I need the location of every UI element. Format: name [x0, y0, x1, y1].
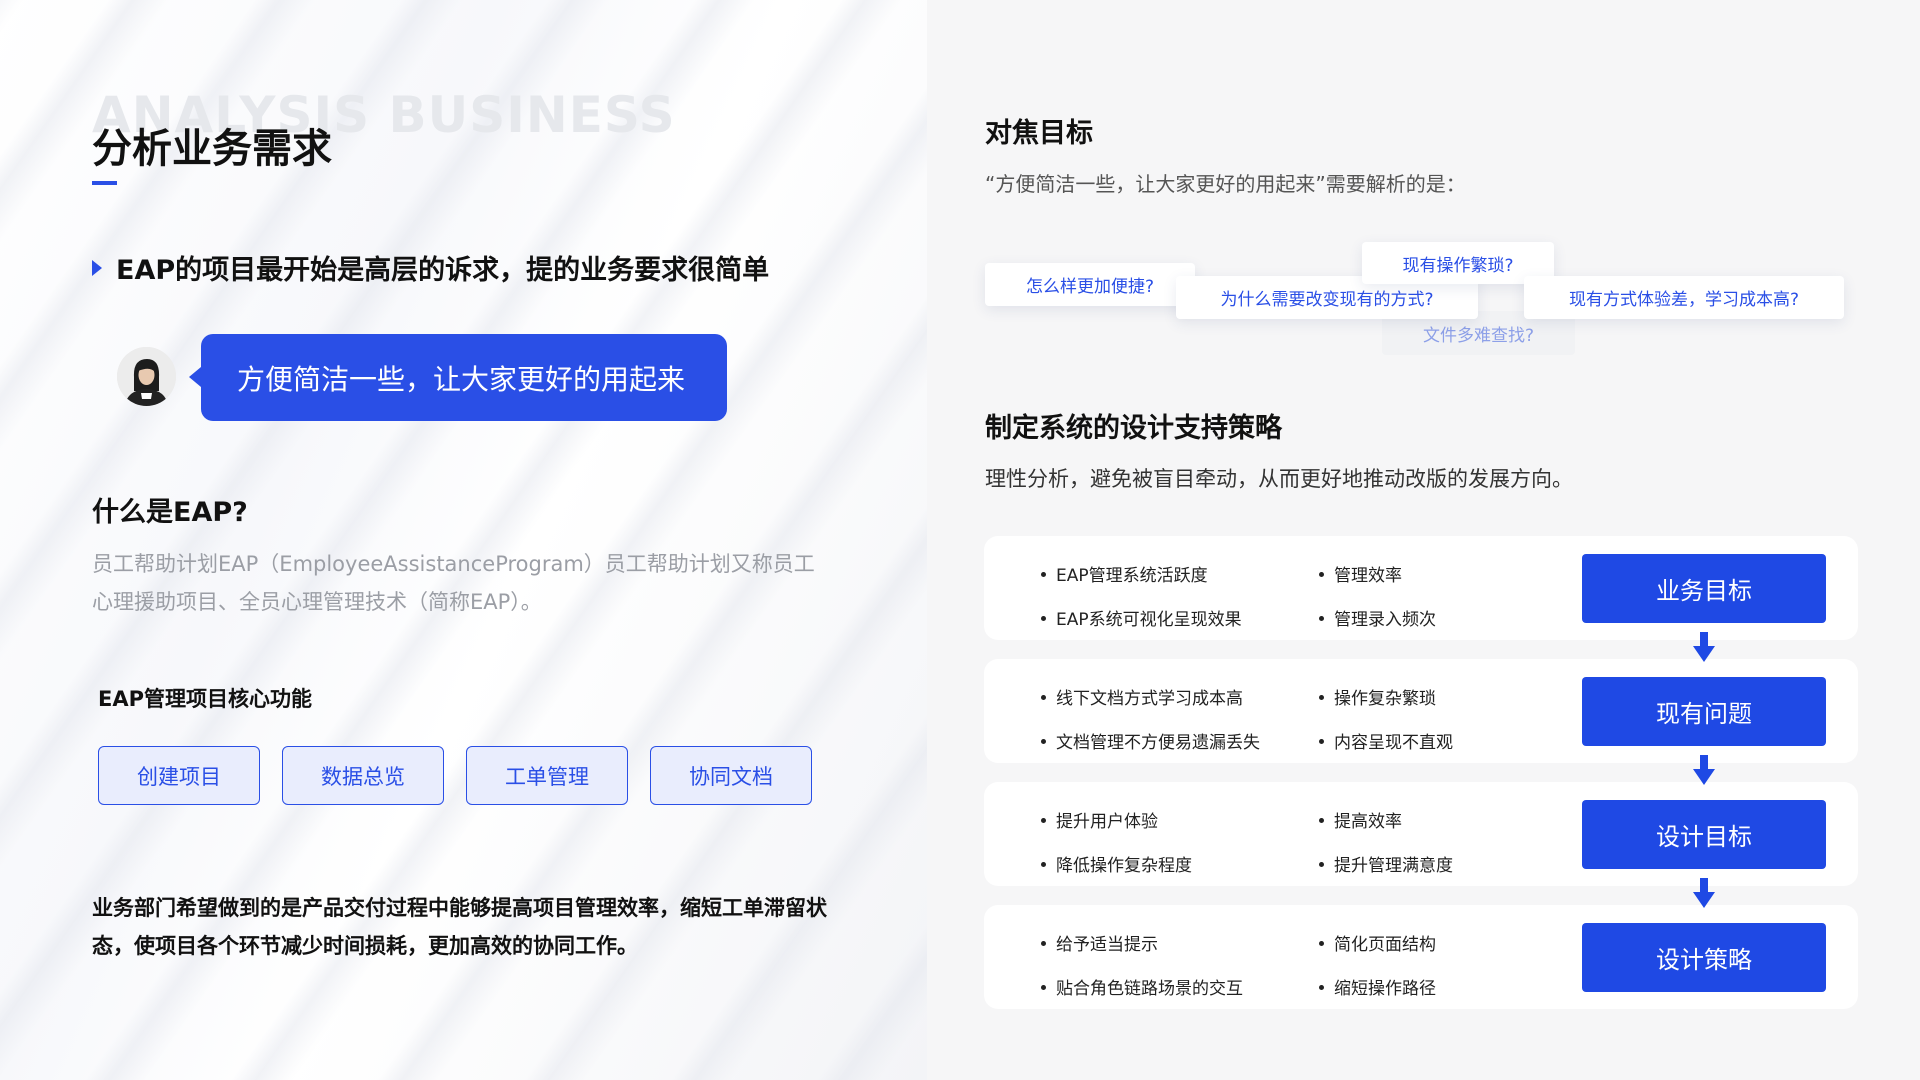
avatar: [117, 347, 176, 406]
bullet-item: 操作复杂繁琐: [1319, 677, 1453, 721]
strategy-points-left: 给予适当提示 贴合角色链路场景的交互: [1041, 923, 1243, 1011]
bullet-dot-icon: [1041, 861, 1046, 867]
bullet-item: 降低操作复杂程度: [1041, 844, 1192, 888]
bullet-item: 提升用户体验: [1041, 800, 1192, 844]
arrow-down-icon: [1693, 632, 1715, 662]
title-underline: [92, 181, 117, 185]
bullet-dot-icon: [1041, 984, 1046, 990]
core-function-buttons: 创建项目 数据总览 工单管理 协同文档: [98, 746, 812, 805]
design-strategy-tag: 设计策略: [1582, 923, 1826, 992]
strategy-points-right: 提高效率 提升管理满意度: [1319, 800, 1453, 888]
question-card: 怎么样更加便捷?: [985, 263, 1195, 306]
left-panel: ANALYSIS BUSINESS 分析业务需求 EAP的项目最开始是高层的诉求…: [0, 0, 927, 1080]
bullet-dot-icon: [1041, 571, 1046, 577]
page-title: 分析业务需求: [92, 126, 332, 172]
strategy-row: 线下文档方式学习成本高 文档管理不方便易遗漏丢失 操作复杂繁琐 内容呈现不直观 …: [984, 659, 1858, 763]
core-functions-title: EAP管理项目核心功能: [98, 687, 312, 711]
strategy-title: 制定系统的设计支持策略: [985, 413, 1282, 444]
bullet-dot-icon: [1041, 738, 1046, 744]
bullet-item: 提升管理满意度: [1319, 844, 1453, 888]
quote-bubble: 方便简洁一些，让大家更好的用起来: [189, 334, 727, 421]
focus-goal-title: 对焦目标: [985, 118, 1093, 149]
strategy-points-left: EAP管理系统活跃度 EAP系统可视化呈现效果: [1041, 554, 1242, 642]
bullet-text: 缩短操作路径: [1334, 979, 1436, 999]
bullet-text: 简化页面结构: [1334, 935, 1436, 955]
bullet-dot-icon: [1041, 817, 1046, 823]
bullet-item: EAP管理系统活跃度: [1041, 554, 1242, 598]
bullet-item: 给予适当提示: [1041, 923, 1243, 967]
strategy-points-left: 线下文档方式学习成本高 文档管理不方便易遗漏丢失: [1041, 677, 1260, 765]
strategy-row: 给予适当提示 贴合角色链路场景的交互 简化页面结构 缩短操作路径 设计策略: [984, 905, 1858, 1009]
create-project-button[interactable]: 创建项目: [98, 746, 260, 805]
arrow-down-icon: [1693, 878, 1715, 908]
bullet-dot-icon: [1319, 984, 1324, 990]
strategy-points-right: 操作复杂繁琐 内容呈现不直观: [1319, 677, 1453, 765]
business-summary: 业务部门希望做到的是产品交付过程中能够提高项目管理效率，缩短工单滞留状态，使项目…: [92, 896, 827, 958]
bullet-text: 贴合角色链路场景的交互: [1056, 979, 1243, 999]
bullet-text: 内容呈现不直观: [1334, 733, 1453, 753]
bullet-item: 提高效率: [1319, 800, 1453, 844]
strategy-subtitle: 理性分析，避免被盲目牵动，从而更好地推动改版的发展方向。: [985, 467, 1573, 491]
bullet-item: 线下文档方式学习成本高: [1041, 677, 1260, 721]
bullet-text: 线下文档方式学习成本高: [1056, 689, 1243, 709]
bullet-item: 贴合角色链路场景的交互: [1041, 967, 1243, 1011]
bullet-text: 管理录入频次: [1334, 610, 1436, 630]
bullet-dot-icon: [1041, 615, 1046, 621]
bullet-dot-icon: [1041, 940, 1046, 946]
bullet-text: 管理效率: [1334, 566, 1402, 586]
focus-goal-subtitle: “方便简洁一些，让大家更好的用起来”需要解析的是：: [985, 172, 1466, 196]
bullet-text: 提升用户体验: [1056, 812, 1158, 832]
design-goal-tag: 设计目标: [1582, 800, 1826, 869]
bullet-text: 提高效率: [1334, 812, 1402, 832]
bullet-text: 文档管理不方便易遗漏丢失: [1056, 733, 1260, 753]
bullet-dot-icon: [1041, 694, 1046, 700]
bullet-text: EAP管理系统活跃度: [1056, 566, 1208, 586]
lead-text: EAP的项目最开始是高层的诉求，提的业务要求很简单: [116, 255, 770, 286]
lead-statement: EAP的项目最开始是高层的诉求，提的业务要求很简单: [92, 248, 769, 287]
bullet-dot-icon: [1319, 738, 1324, 744]
bullet-item: EAP系统可视化呈现效果: [1041, 598, 1242, 642]
bullet-item: 管理效率: [1319, 554, 1436, 598]
bullet-dot-icon: [1319, 615, 1324, 621]
what-is-eap-title: 什么是EAP?: [92, 497, 248, 528]
bullet-text: 提升管理满意度: [1334, 856, 1453, 876]
strategy-points-right: 简化页面结构 缩短操作路径: [1319, 923, 1436, 1011]
business-goal-tag: 业务目标: [1582, 554, 1826, 623]
strategy-points-left: 提升用户体验 降低操作复杂程度: [1041, 800, 1192, 888]
what-is-eap-description: 员工帮助计划EAP（EmployeeAssistanceProgram）员工帮助…: [92, 552, 815, 614]
question-card: 现有方式体验差，学习成本高?: [1524, 276, 1844, 319]
bullet-item: 简化页面结构: [1319, 923, 1436, 967]
strategy-row: EAP管理系统活跃度 EAP系统可视化呈现效果 管理效率 管理录入频次 业务目标: [984, 536, 1858, 640]
bullet-dot-icon: [1319, 694, 1324, 700]
bullet-text: 给予适当提示: [1056, 935, 1158, 955]
triangle-bullet-icon: [92, 259, 102, 276]
strategy-row: 提升用户体验 降低操作复杂程度 提高效率 提升管理满意度 设计目标: [984, 782, 1858, 886]
bullet-dot-icon: [1319, 861, 1324, 867]
bullet-text: EAP系统可视化呈现效果: [1056, 610, 1242, 630]
collaborative-docs-button[interactable]: 协同文档: [650, 746, 812, 805]
bullet-dot-icon: [1319, 940, 1324, 946]
bullet-text: 降低操作复杂程度: [1056, 856, 1192, 876]
ticket-management-button[interactable]: 工单管理: [466, 746, 628, 805]
data-overview-button[interactable]: 数据总览: [282, 746, 444, 805]
bullet-dot-icon: [1319, 817, 1324, 823]
strategy-points-right: 管理效率 管理录入频次: [1319, 554, 1436, 642]
bullet-item: 缩短操作路径: [1319, 967, 1436, 1011]
bullet-item: 内容呈现不直观: [1319, 721, 1453, 765]
bullet-item: 管理录入频次: [1319, 598, 1436, 642]
current-issues-tag: 现有问题: [1582, 677, 1826, 746]
bullet-item: 文档管理不方便易遗漏丢失: [1041, 721, 1260, 765]
bullet-text: 操作复杂繁琐: [1334, 689, 1436, 709]
person-avatar-icon: [117, 347, 176, 406]
bullet-dot-icon: [1319, 571, 1324, 577]
arrow-down-icon: [1693, 755, 1715, 785]
